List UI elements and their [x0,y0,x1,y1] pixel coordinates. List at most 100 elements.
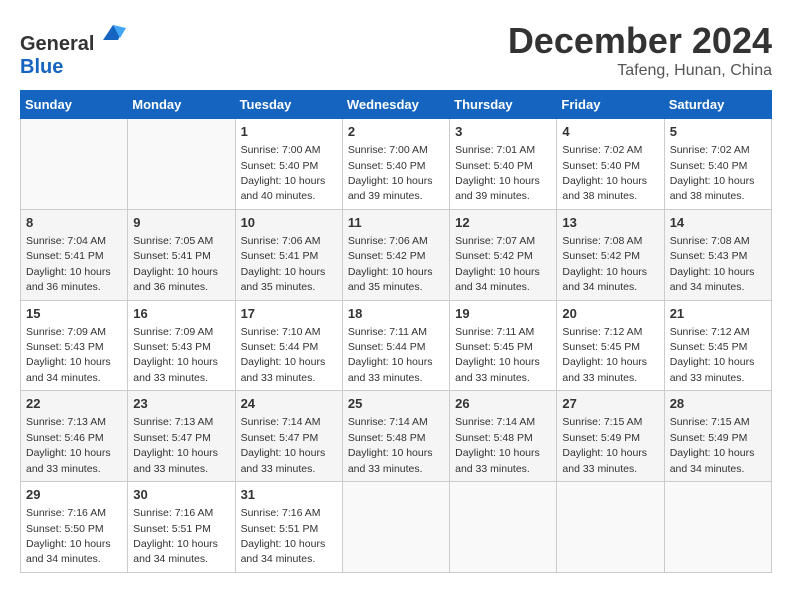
weekday-monday: Monday [128,91,235,119]
day-info: Sunrise: 7:11 AMSunset: 5:44 PMDaylight:… [348,326,433,384]
month-title: December 2024 [508,20,772,62]
day-number: 14 [670,214,766,232]
day-number: 30 [133,486,229,504]
day-number: 4 [562,123,658,141]
calendar-week-5: 29 Sunrise: 7:16 AMSunset: 5:50 PMDaylig… [21,482,772,573]
calendar-cell: 21 Sunrise: 7:12 AMSunset: 5:45 PMDaylig… [664,300,771,391]
calendar-week-4: 22 Sunrise: 7:13 AMSunset: 5:46 PMDaylig… [21,391,772,482]
day-number: 2 [348,123,444,141]
day-number: 8 [26,214,122,232]
calendar-cell: 15 Sunrise: 7:09 AMSunset: 5:43 PMDaylig… [21,300,128,391]
day-info: Sunrise: 7:06 AMSunset: 5:41 PMDaylight:… [241,235,326,293]
day-info: Sunrise: 7:14 AMSunset: 5:48 PMDaylight:… [455,416,540,474]
calendar-week-2: 8 Sunrise: 7:04 AMSunset: 5:41 PMDayligh… [21,209,772,300]
calendar-cell: 1 Sunrise: 7:00 AMSunset: 5:40 PMDayligh… [235,119,342,210]
weekday-header-row: SundayMondayTuesdayWednesdayThursdayFrid… [21,91,772,119]
calendar-cell: 10 Sunrise: 7:06 AMSunset: 5:41 PMDaylig… [235,209,342,300]
weekday-thursday: Thursday [450,91,557,119]
calendar-cell: 24 Sunrise: 7:14 AMSunset: 5:47 PMDaylig… [235,391,342,482]
calendar-cell: 22 Sunrise: 7:13 AMSunset: 5:46 PMDaylig… [21,391,128,482]
day-info: Sunrise: 7:04 AMSunset: 5:41 PMDaylight:… [26,235,111,293]
calendar-cell [557,482,664,573]
day-number: 24 [241,395,337,413]
calendar-cell: 4 Sunrise: 7:02 AMSunset: 5:40 PMDayligh… [557,119,664,210]
day-number: 17 [241,305,337,323]
calendar-cell: 5 Sunrise: 7:02 AMSunset: 5:40 PMDayligh… [664,119,771,210]
calendar-week-3: 15 Sunrise: 7:09 AMSunset: 5:43 PMDaylig… [21,300,772,391]
weekday-wednesday: Wednesday [342,91,449,119]
calendar-cell: 31 Sunrise: 7:16 AMSunset: 5:51 PMDaylig… [235,482,342,573]
day-info: Sunrise: 7:00 AMSunset: 5:40 PMDaylight:… [241,144,326,202]
day-number: 15 [26,305,122,323]
day-info: Sunrise: 7:02 AMSunset: 5:40 PMDaylight:… [562,144,647,202]
day-number: 19 [455,305,551,323]
day-number: 11 [348,214,444,232]
day-info: Sunrise: 7:09 AMSunset: 5:43 PMDaylight:… [26,326,111,384]
logo-blue: Blue [20,56,63,78]
calendar-cell: 18 Sunrise: 7:11 AMSunset: 5:44 PMDaylig… [342,300,449,391]
calendar-cell: 3 Sunrise: 7:01 AMSunset: 5:40 PMDayligh… [450,119,557,210]
day-info: Sunrise: 7:10 AMSunset: 5:44 PMDaylight:… [241,326,326,384]
page-header: General Blue December 2024 Tafeng, Hunan… [20,20,772,80]
day-info: Sunrise: 7:05 AMSunset: 5:41 PMDaylight:… [133,235,218,293]
calendar-cell: 23 Sunrise: 7:13 AMSunset: 5:47 PMDaylig… [128,391,235,482]
logo-wordmark: General Blue [20,20,128,79]
day-number: 1 [241,123,337,141]
calendar-cell [342,482,449,573]
day-number: 27 [562,395,658,413]
calendar-body: 1 Sunrise: 7:00 AMSunset: 5:40 PMDayligh… [21,119,772,573]
day-number: 16 [133,305,229,323]
day-number: 13 [562,214,658,232]
calendar-cell: 11 Sunrise: 7:06 AMSunset: 5:42 PMDaylig… [342,209,449,300]
day-number: 25 [348,395,444,413]
calendar-cell: 30 Sunrise: 7:16 AMSunset: 5:51 PMDaylig… [128,482,235,573]
calendar-cell: 14 Sunrise: 7:08 AMSunset: 5:43 PMDaylig… [664,209,771,300]
day-info: Sunrise: 7:11 AMSunset: 5:45 PMDaylight:… [455,326,540,384]
day-info: Sunrise: 7:15 AMSunset: 5:49 PMDaylight:… [562,416,647,474]
weekday-saturday: Saturday [664,91,771,119]
calendar-cell: 2 Sunrise: 7:00 AMSunset: 5:40 PMDayligh… [342,119,449,210]
logo: General Blue [20,20,128,79]
day-number: 20 [562,305,658,323]
calendar-table: SundayMondayTuesdayWednesdayThursdayFrid… [20,90,772,573]
calendar-cell [21,119,128,210]
day-number: 9 [133,214,229,232]
day-info: Sunrise: 7:13 AMSunset: 5:47 PMDaylight:… [133,416,218,474]
day-info: Sunrise: 7:07 AMSunset: 5:42 PMDaylight:… [455,235,540,293]
logo-bird-icon [98,20,128,50]
day-number: 10 [241,214,337,232]
calendar-cell [450,482,557,573]
day-info: Sunrise: 7:08 AMSunset: 5:42 PMDaylight:… [562,235,647,293]
title-block: December 2024 Tafeng, Hunan, China [508,20,772,80]
calendar-cell: 13 Sunrise: 7:08 AMSunset: 5:42 PMDaylig… [557,209,664,300]
calendar-cell: 20 Sunrise: 7:12 AMSunset: 5:45 PMDaylig… [557,300,664,391]
day-info: Sunrise: 7:00 AMSunset: 5:40 PMDaylight:… [348,144,433,202]
day-number: 22 [26,395,122,413]
calendar-cell [664,482,771,573]
logo-general: General [20,33,94,55]
calendar-cell: 16 Sunrise: 7:09 AMSunset: 5:43 PMDaylig… [128,300,235,391]
calendar-week-1: 1 Sunrise: 7:00 AMSunset: 5:40 PMDayligh… [21,119,772,210]
day-number: 21 [670,305,766,323]
day-number: 23 [133,395,229,413]
day-info: Sunrise: 7:08 AMSunset: 5:43 PMDaylight:… [670,235,755,293]
weekday-sunday: Sunday [21,91,128,119]
day-number: 12 [455,214,551,232]
day-info: Sunrise: 7:01 AMSunset: 5:40 PMDaylight:… [455,144,540,202]
calendar-cell: 8 Sunrise: 7:04 AMSunset: 5:41 PMDayligh… [21,209,128,300]
calendar-cell: 29 Sunrise: 7:16 AMSunset: 5:50 PMDaylig… [21,482,128,573]
day-info: Sunrise: 7:15 AMSunset: 5:49 PMDaylight:… [670,416,755,474]
calendar-cell: 9 Sunrise: 7:05 AMSunset: 5:41 PMDayligh… [128,209,235,300]
day-info: Sunrise: 7:16 AMSunset: 5:51 PMDaylight:… [241,507,326,565]
calendar-cell: 17 Sunrise: 7:10 AMSunset: 5:44 PMDaylig… [235,300,342,391]
day-number: 31 [241,486,337,504]
day-info: Sunrise: 7:09 AMSunset: 5:43 PMDaylight:… [133,326,218,384]
weekday-friday: Friday [557,91,664,119]
calendar-cell [128,119,235,210]
day-number: 5 [670,123,766,141]
day-number: 29 [26,486,122,504]
day-info: Sunrise: 7:14 AMSunset: 5:48 PMDaylight:… [348,416,433,474]
calendar-cell: 19 Sunrise: 7:11 AMSunset: 5:45 PMDaylig… [450,300,557,391]
day-number: 3 [455,123,551,141]
calendar-cell: 25 Sunrise: 7:14 AMSunset: 5:48 PMDaylig… [342,391,449,482]
